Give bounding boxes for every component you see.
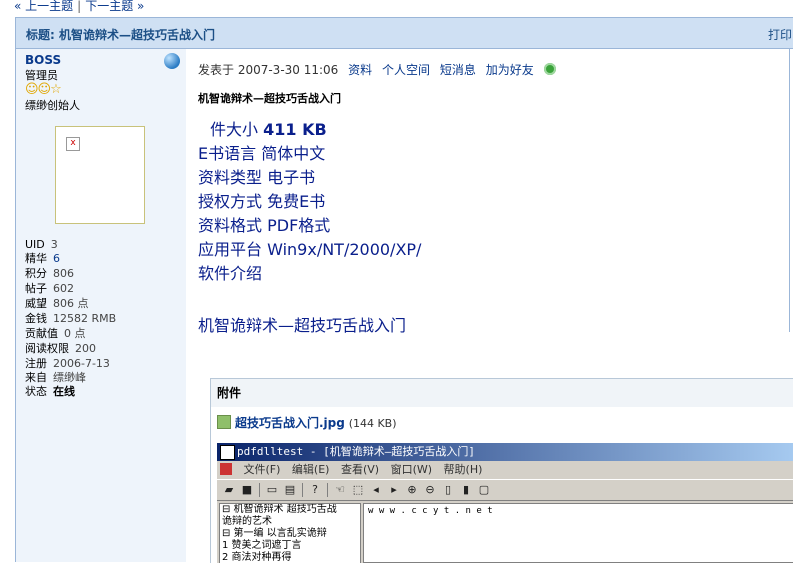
stat-status: 状态 在线 bbox=[25, 385, 75, 398]
hand-icon: ☜ bbox=[335, 483, 345, 496]
window-title-bar: pdfdlltest - [机智诡辩术—超技巧舌战入门] bbox=[217, 443, 793, 461]
personal-space-link[interactable]: 个人空间 bbox=[382, 63, 430, 77]
nav-separator: | bbox=[77, 0, 82, 13]
profile-link[interactable]: 资料 bbox=[348, 63, 372, 77]
post-line: 资料类型 电子书 bbox=[198, 168, 316, 187]
tree-item: 1 赞美之词遮丁言 bbox=[222, 540, 302, 551]
menu-file: 文件(F) bbox=[243, 463, 281, 476]
next-page-icon: ▸ bbox=[391, 483, 397, 496]
post-line: 件大小 411 KB bbox=[210, 120, 327, 139]
post-line: 授权方式 免费E书 bbox=[198, 192, 326, 211]
author-custom-title: 缥缈创始人 bbox=[25, 99, 80, 112]
flower-icon[interactable] bbox=[543, 63, 556, 75]
page-icon: ▢ bbox=[478, 483, 490, 496]
stat-posts: 帖子 602 bbox=[25, 282, 74, 295]
select-icon: ⬚ bbox=[352, 483, 364, 496]
attachment-size: (144 KB) bbox=[348, 417, 397, 430]
save-icon: ■ bbox=[241, 483, 253, 496]
menu-view: 查看(V) bbox=[340, 463, 380, 476]
menu-edit: 编辑(E) bbox=[291, 463, 330, 476]
prev-page-icon: ◂ bbox=[373, 483, 379, 496]
prev-topic-link[interactable]: « 上一主题 bbox=[14, 0, 73, 13]
attachment-image[interactable]: pdfdlltest - [机智诡辩术—超技巧舌战入门] 文件(F) 编辑(E)… bbox=[217, 443, 793, 563]
post-line: E书语言 简体中文 bbox=[198, 144, 326, 163]
tree-item: 2 商法对种再得 bbox=[222, 552, 292, 563]
stat-points: 积分 806 bbox=[25, 267, 74, 280]
online-status-icon bbox=[164, 53, 180, 69]
topic-navigation: « 上一主题 | 下一主题 » bbox=[14, 0, 144, 14]
menu-window: 窗口(W) bbox=[390, 463, 433, 476]
author-name[interactable]: BOSS bbox=[25, 53, 61, 67]
stat-read-permission: 阅读权限 200 bbox=[25, 342, 96, 355]
tree-item: 诡辩的艺术 bbox=[222, 516, 272, 527]
tree-item: ⊟ 第一编 以言乱实诡辩 bbox=[222, 528, 327, 539]
tree-item: ⊟ 机智诡辩术 超技巧舌战 bbox=[222, 504, 337, 515]
post-meta: 发表于 2007-3-30 11:06 资料 个人空间 短消息 加为好友 bbox=[198, 61, 556, 78]
print-icon: ▤ bbox=[284, 483, 296, 496]
post-date: 发表于 2007-3-30 11:06 bbox=[198, 63, 339, 77]
attachment-file: 超技巧舌战入门.jpg (144 KB) bbox=[217, 414, 397, 431]
post-line: 应用平台 Win9x/NT/2000/XP/ bbox=[198, 240, 422, 259]
rank-stars-icon: ☺☺☆ bbox=[25, 82, 62, 97]
post-line: 软件介绍 bbox=[198, 264, 263, 283]
image-file-icon bbox=[217, 415, 231, 429]
stat-contribution: 贡献值 0 点 bbox=[25, 327, 86, 340]
digest-link[interactable]: 6 bbox=[53, 252, 60, 265]
post-body: 件大小 411 KB E书语言 简体中文 资料类型 电子书 授权方式 免费E书 … bbox=[198, 118, 421, 286]
menu-help: 帮助(H) bbox=[443, 463, 483, 476]
stat-uid: UID 3 bbox=[25, 238, 58, 251]
post-line: 资料格式 PDF格式 bbox=[198, 216, 331, 235]
author-sidebar: BOSS 管理员 ☺☺☆ 缥缈创始人 x UID 3 精华 6 积分 806 帖子 60… bbox=[16, 49, 186, 562]
thread-title: 标题: 机智诡辩术—超技巧舌战入门 bbox=[26, 28, 215, 42]
stat-prestige: 威望 806 点 bbox=[25, 297, 89, 310]
attachment-panel: 附件 超技巧舌战入门.jpg (144 KB) pdfdlltest - [机智… bbox=[210, 378, 793, 563]
stat-money: 金钱 12582 RMB bbox=[25, 312, 117, 325]
frame-border bbox=[789, 49, 790, 332]
print-link[interactable]: 打印 bbox=[768, 26, 792, 43]
bookmark-icon: ▮ bbox=[462, 483, 470, 496]
zoom-out-icon: ⊖ bbox=[425, 483, 435, 496]
attachment-header: 附件 bbox=[211, 379, 793, 407]
attachment-link[interactable]: 超技巧舌战入门.jpg bbox=[235, 416, 345, 430]
stat-from: 来自 缥缈峰 bbox=[25, 371, 86, 384]
window-toolbar: ▰ ■ ▭ ▤? ☜ ⬚ ◂ ▸ ⊕ ⊖ ▯ ▮ ▢ bbox=[217, 479, 793, 501]
zoom-in-icon: ⊕ bbox=[407, 483, 417, 496]
help-icon: ? bbox=[312, 483, 318, 496]
broken-image-icon: x bbox=[66, 137, 80, 151]
post-subject: 机智诡辩术—超技巧舌战入门 bbox=[198, 92, 341, 105]
stat-digest: 精华 6 bbox=[25, 252, 60, 265]
avatar: x bbox=[55, 126, 145, 224]
window-document-view: w w w . c c y t . n e t bbox=[363, 503, 793, 563]
stat-registered: 注册 2006-7-13 bbox=[25, 357, 110, 370]
doc-icon bbox=[220, 463, 232, 475]
window-menu-bar: 文件(F) 编辑(E) 查看(V) 窗口(W) 帮助(H) bbox=[217, 461, 793, 479]
open-icon: ▰ bbox=[224, 483, 234, 496]
window-title: pdfdlltest - [机智诡辩术—超技巧舌战入门] bbox=[237, 445, 475, 458]
window-bookmark-tree: ⊟ 机智诡辩术 超技巧舌战 诡辩的艺术 ⊟ 第一编 以言乱实诡辩 1 赞美之词遮… bbox=[219, 503, 361, 563]
copy-icon: ▭ bbox=[266, 483, 278, 496]
author-role: 管理员 bbox=[25, 69, 58, 82]
app-icon bbox=[220, 445, 235, 460]
message-link[interactable]: 短消息 bbox=[440, 63, 476, 77]
post-final-line: 机智诡辩术—超技巧舌战入门 bbox=[198, 316, 407, 335]
thread-title-bar: 标题: 机智诡辩术—超技巧舌战入门 打印 bbox=[16, 17, 793, 49]
next-topic-link[interactable]: 下一主题 » bbox=[85, 0, 144, 13]
fit-icon: ▯ bbox=[444, 483, 452, 496]
add-friend-link[interactable]: 加为好友 bbox=[486, 63, 534, 77]
